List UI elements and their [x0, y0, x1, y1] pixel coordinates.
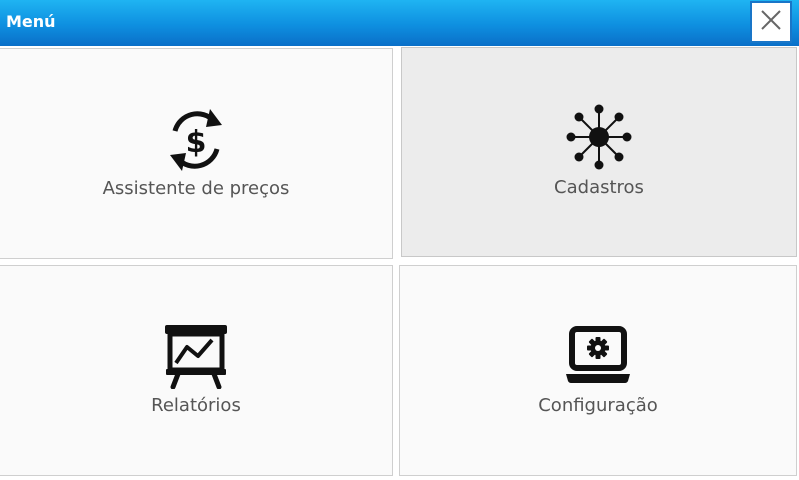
menu-tile-label: Relatórios: [151, 395, 241, 416]
price-assistant-icon: $: [164, 107, 228, 177]
menu-tile-cadastros[interactable]: Cadastros: [401, 47, 797, 257]
menu-tile-assistente-de-precos[interactable]: $ Assistente de preços: [0, 48, 393, 259]
title-bar: Menú: [0, 0, 799, 46]
close-icon: [760, 9, 782, 35]
report-chart-icon: [163, 323, 229, 393]
close-button[interactable]: [750, 1, 792, 43]
menu-tile-label: Configuração: [538, 395, 658, 416]
network-hub-icon: [566, 104, 632, 174]
window-title: Menú: [6, 12, 56, 31]
menu-tile-configuracao[interactable]: Configuração: [399, 265, 797, 476]
menu-tile-label: Cadastros: [554, 177, 644, 198]
svg-text:$: $: [186, 125, 207, 160]
menu-tile-label: Assistente de preços: [102, 178, 290, 199]
menu-tile-relatorios[interactable]: Relatórios: [0, 265, 393, 476]
laptop-gear-icon: [565, 326, 631, 388]
